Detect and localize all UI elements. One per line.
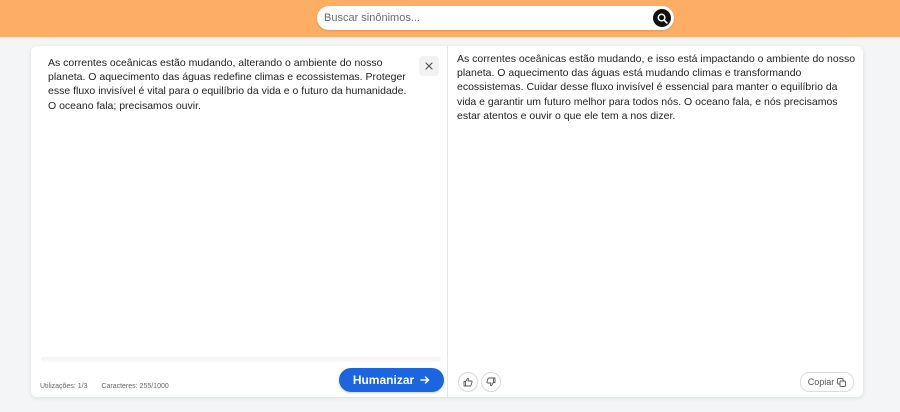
like-button[interactable] — [458, 372, 478, 392]
clear-button[interactable] — [419, 56, 439, 76]
humanize-button[interactable]: Humanizar — [339, 368, 444, 392]
humanizer-card: As correntes oceânicas estão mudando, al… — [31, 46, 863, 397]
output-pane: As correntes oceânicas estão mudando, e … — [448, 46, 863, 397]
copy-button[interactable]: Copiar — [800, 372, 854, 392]
synonym-search — [317, 6, 674, 30]
copy-icon — [837, 377, 847, 387]
dislike-button[interactable] — [481, 372, 501, 392]
synonym-search-input[interactable] — [324, 8, 644, 28]
copy-label: Copiar — [807, 377, 835, 387]
search-icon — [657, 13, 668, 24]
input-pane: As correntes oceânicas estão mudando, al… — [31, 46, 448, 397]
output-text: As correntes oceânicas estão mudando, e … — [457, 53, 856, 122]
thumbs-down-icon — [486, 377, 496, 387]
usage-stats: Utilizações: 1/3 Caracteres: 255/1000 — [40, 383, 181, 390]
thumbs-up-icon — [463, 377, 473, 387]
input-text[interactable]: As correntes oceânicas estão mudando, al… — [48, 56, 416, 113]
humanize-label: Humanizar — [352, 373, 415, 387]
input-divider — [41, 357, 441, 362]
arrow-right-icon — [420, 375, 430, 385]
search-button[interactable] — [653, 9, 671, 27]
top-bar — [0, 0, 900, 37]
close-icon — [425, 62, 433, 70]
char-counter: Caracteres: 255/1000 — [101, 383, 169, 390]
uses-counter: Utilizações: 1/3 — [40, 383, 88, 390]
